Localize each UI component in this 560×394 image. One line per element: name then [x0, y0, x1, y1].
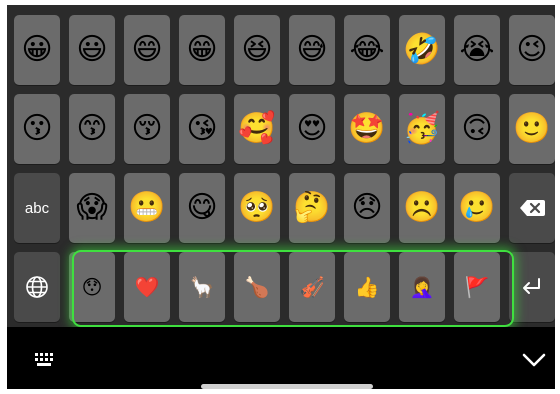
- emoji-key[interactable]: 😄: [124, 15, 170, 85]
- emoji-glyph: 😘: [186, 111, 218, 146]
- emoji-glyph: 🥰: [238, 111, 276, 146]
- emoji-key[interactable]: 🥳: [399, 94, 445, 164]
- emoji-key[interactable]: 😋: [179, 173, 225, 243]
- emoji-glyph: 🤔: [293, 190, 331, 225]
- emoji-glyph: 🤦‍♀️: [409, 275, 435, 299]
- emoji-key[interactable]: 😃: [69, 15, 115, 85]
- suggestion-emoji-key[interactable]: 🎻: [289, 252, 335, 322]
- suggestion-emoji-key[interactable]: 👍: [344, 252, 390, 322]
- emoji-glyph: 😙: [76, 111, 108, 146]
- emoji-key[interactable]: 🥰: [234, 94, 280, 164]
- emoji-glyph: 😯: [81, 275, 103, 299]
- emoji-glyph: 😱: [76, 190, 108, 225]
- suggestion-emoji-key[interactable]: 🤦‍♀️: [399, 252, 445, 322]
- emoji-key[interactable]: 😘: [179, 94, 225, 164]
- emoji-key[interactable]: 😉: [509, 15, 555, 85]
- emoji-glyph: 😅: [296, 32, 328, 67]
- emoji-key[interactable]: 🙃: [454, 94, 500, 164]
- emoji-key[interactable]: 😞: [344, 173, 390, 243]
- emoji-glyph: 🙂: [513, 111, 551, 146]
- emoji-glyph: 😋: [186, 190, 218, 225]
- emoji-glyph: 🥺: [238, 190, 276, 225]
- emoji-key[interactable]: 😭: [454, 15, 500, 85]
- emoji-glyph: ❤️: [134, 275, 160, 299]
- emoji-glyph: 😄: [131, 32, 163, 67]
- emoji-glyph: 😭: [459, 32, 495, 67]
- return-icon: [520, 277, 544, 297]
- keyboard-bottom-bar: [7, 327, 555, 389]
- emoji-glyph: 😆: [241, 32, 273, 67]
- keyboard-icon[interactable]: [35, 353, 55, 367]
- emoji-key[interactable]: 😀: [14, 15, 60, 85]
- emoji-glyph: 🎻: [299, 275, 325, 299]
- emoji-glyph: 👍: [354, 275, 380, 299]
- globe-icon: [25, 275, 49, 299]
- emoji-glyph: 🙃: [461, 111, 493, 146]
- emoji-key[interactable]: 😆: [234, 15, 280, 85]
- suggestion-emoji-key[interactable]: ❤️: [124, 252, 170, 322]
- emoji-glyph: 😗: [21, 111, 53, 146]
- emoji-key[interactable]: 😁: [179, 15, 225, 85]
- emoji-glyph: 🦙: [189, 275, 215, 299]
- emoji-glyph: 😬: [128, 190, 166, 225]
- emoji-glyph: 🤩: [348, 111, 386, 146]
- suggestion-emoji-key[interactable]: 🍗: [234, 252, 280, 322]
- emoji-keyboard: 😀 😃 😄 😁 😆 😅 😂 🤣 😭 😉 😗 😙 😚 😘 🥰 😍 🤩 🥳 🙃 🙂 …: [7, 5, 555, 327]
- emoji-key[interactable]: 😗: [14, 94, 60, 164]
- suggestion-emoji-key[interactable]: 😯: [69, 252, 115, 322]
- emoji-key[interactable]: 😙: [69, 94, 115, 164]
- emoji-glyph: 😃: [76, 32, 108, 67]
- emoji-glyph: 😞: [351, 190, 383, 225]
- emoji-key[interactable]: 😱: [69, 173, 115, 243]
- emoji-glyph: 😍: [296, 111, 328, 146]
- chevron-down-icon[interactable]: [522, 353, 546, 367]
- emoji-key[interactable]: ☹️: [399, 173, 445, 243]
- emoji-glyph: 🥲: [458, 190, 496, 225]
- emoji-glyph: 😉: [516, 32, 548, 67]
- backspace-icon: [519, 199, 545, 217]
- emoji-key[interactable]: 😍: [289, 94, 335, 164]
- emoji-glyph: 😁: [186, 32, 218, 67]
- emoji-key[interactable]: 😬: [124, 173, 170, 243]
- abc-label: abc: [24, 199, 50, 217]
- suggestion-emoji-key[interactable]: 🦙: [179, 252, 225, 322]
- backspace-key[interactable]: [509, 173, 555, 243]
- emoji-key[interactable]: 🥲: [454, 173, 500, 243]
- emoji-key[interactable]: 🥺: [234, 173, 280, 243]
- suggestion-emoji-key[interactable]: 🚩: [454, 252, 500, 322]
- emoji-key[interactable]: 😂: [344, 15, 390, 85]
- emoji-key[interactable]: 🤣: [399, 15, 445, 85]
- return-key[interactable]: [509, 252, 555, 322]
- emoji-glyph: 🤣: [403, 32, 441, 67]
- emoji-key[interactable]: 🤩: [344, 94, 390, 164]
- emoji-key[interactable]: 😅: [289, 15, 335, 85]
- emoji-glyph: 🚩: [464, 275, 490, 299]
- emoji-glyph: 🍗: [244, 275, 270, 299]
- home-indicator[interactable]: [201, 384, 373, 389]
- emoji-glyph: 🥳: [403, 111, 441, 146]
- emoji-glyph: 😂: [349, 32, 385, 67]
- emoji-key[interactable]: 😚: [124, 94, 170, 164]
- emoji-glyph: 😚: [131, 111, 163, 146]
- globe-key[interactable]: [14, 252, 60, 322]
- emoji-glyph: 😀: [21, 32, 53, 67]
- abc-key[interactable]: abc: [14, 173, 60, 243]
- emoji-glyph: ☹️: [403, 190, 441, 225]
- emoji-key[interactable]: 🤔: [289, 173, 335, 243]
- emoji-key[interactable]: 🙂: [509, 94, 555, 164]
